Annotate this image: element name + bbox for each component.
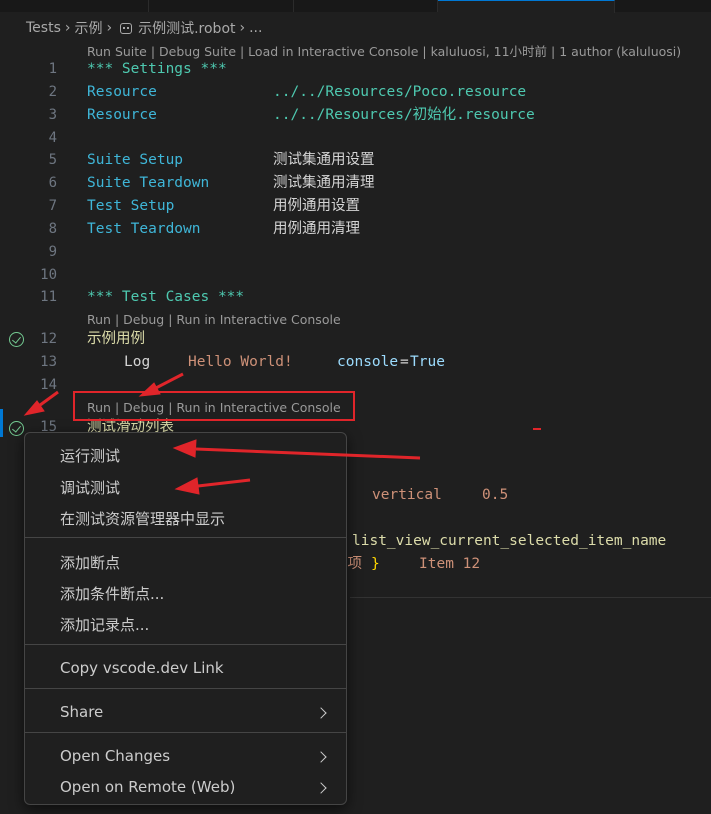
setting-value: 用例通用设置 — [273, 198, 360, 214]
breadcrumb-folder[interactable]: 示例 — [74, 18, 102, 38]
menu-separator — [25, 688, 346, 689]
setting-value: ../../Resources/初始化.resource — [273, 107, 535, 123]
test-passed-check-icon[interactable] — [9, 332, 24, 347]
code-line: 6 Suite Teardown 测试集通用清理 — [0, 172, 711, 195]
line-number: 5 — [48, 152, 57, 168]
menu-item-add-logpoint[interactable]: 添加记录点... — [60, 614, 149, 635]
line-number: 11 — [40, 289, 57, 305]
breadcrumb-symbol[interactable]: ... — [249, 20, 262, 36]
setting-value: 测试集通用设置 — [273, 152, 375, 168]
line-number: 7 — [48, 198, 57, 214]
menu-item-share[interactable]: Share — [60, 703, 103, 721]
keyword-call: Log — [124, 354, 151, 370]
section-header: *** Test Cases *** — [87, 289, 245, 305]
chevron-right-icon: › — [106, 20, 113, 36]
setting-name: Resource — [87, 84, 157, 100]
setting-value: 用例通用清理 — [273, 221, 360, 237]
code-line: 8 Test Teardown 用例通用清理 — [0, 218, 711, 241]
line-number: 3 — [48, 107, 57, 123]
line-number: 1 — [48, 61, 57, 77]
menu-item-run-test[interactable]: 运行测试 — [60, 445, 120, 466]
error-squiggle — [533, 428, 541, 430]
code-line: 1 *** Settings *** — [0, 58, 711, 81]
chevron-right-icon — [315, 707, 327, 719]
named-argument-value: True — [410, 354, 445, 370]
line-number: 14 — [40, 377, 57, 393]
editor-tab[interactable] — [294, 0, 438, 12]
setting-name: Suite Setup — [87, 152, 184, 168]
test-passed-check-icon[interactable] — [9, 421, 24, 436]
menu-item-open-changes[interactable]: Open Changes — [60, 747, 170, 765]
chevron-right-icon — [315, 782, 327, 794]
annotation-highlight-box — [73, 391, 355, 421]
code-line: 12 示例用例 — [0, 328, 711, 351]
editor-tab[interactable] — [149, 0, 294, 12]
code-line: 4 — [0, 127, 711, 150]
menu-separator — [25, 644, 346, 645]
menu-separator — [25, 537, 346, 538]
breadcrumb-file[interactable]: 示例测试.robot — [138, 18, 235, 38]
variable-brace: } — [371, 556, 380, 572]
editor-tab[interactable] — [0, 0, 149, 12]
menu-item-reveal-in-explorer[interactable]: 在测试资源管理器中显示 — [60, 508, 225, 529]
code-lens-test-1[interactable]: Run | Debug | Run in Interactive Console — [87, 312, 341, 327]
menu-separator — [25, 732, 346, 733]
menu-item-debug-test[interactable]: 调试测试 — [60, 477, 120, 498]
section-header: *** Settings *** — [87, 61, 227, 77]
code-line: 13 Log Hello World! console = True — [0, 351, 711, 374]
editor-tab-active[interactable] — [438, 0, 615, 13]
setting-name: Suite Teardown — [87, 175, 210, 191]
code-line: 11 *** Test Cases *** — [0, 286, 711, 309]
keyword-argument: Hello World! — [188, 354, 293, 370]
chevron-right-icon: › — [239, 20, 246, 36]
menu-item-add-breakpoint[interactable]: 添加断点 — [60, 552, 120, 573]
line-number: 10 — [40, 267, 57, 283]
equals-sign: = — [400, 354, 409, 370]
menu-item-copy-link[interactable]: Copy vscode.dev Link — [60, 659, 224, 677]
code-line: 10 — [0, 264, 711, 287]
menu-item-add-conditional-breakpoint[interactable]: 添加条件断点... — [60, 583, 164, 604]
gutter-active-indicator — [0, 409, 3, 437]
test-case-name: 示例用例 — [87, 331, 145, 347]
robot-file-icon — [120, 22, 133, 34]
keyword-argument: 0.5 — [482, 487, 509, 503]
line-number: 6 — [48, 175, 57, 191]
line-number: 4 — [48, 130, 57, 146]
code-line: 2 Resource ../../Resources/Poco.resource — [0, 81, 711, 104]
breadcrumb: Tests › 示例 › 示例测试.robot › ... — [26, 17, 262, 39]
setting-name: Test Teardown — [87, 221, 201, 237]
chevron-right-icon — [315, 751, 327, 763]
setting-name: Test Setup — [87, 198, 175, 214]
code-line: 5 Suite Setup 测试集通用设置 — [0, 149, 711, 172]
keyword-argument: Item 12 — [419, 556, 481, 572]
editor-tab-strip — [0, 0, 711, 13]
line-number: 9 — [48, 244, 57, 260]
code-line: 9 — [0, 241, 711, 264]
setting-name: Resource — [87, 107, 157, 123]
context-menu: 运行测试 调试测试 在测试资源管理器中显示 添加断点 添加条件断点... 添加记… — [24, 432, 347, 805]
code-line: 3 Resource ../../Resources/初始化.resource — [0, 104, 711, 127]
setting-value: 测试集通用清理 — [273, 175, 375, 191]
line-number: 2 — [48, 84, 57, 100]
keyword-argument: vertical — [372, 487, 442, 503]
code-line: 7 Test Setup 用例通用设置 — [0, 195, 711, 218]
breadcrumb-tests[interactable]: Tests — [26, 20, 61, 36]
line-number: 12 — [40, 331, 57, 347]
named-argument: console — [337, 354, 399, 370]
divider — [350, 597, 711, 598]
menu-item-open-on-remote[interactable]: Open on Remote (Web) — [60, 778, 235, 796]
line-number: 8 — [48, 221, 57, 237]
line-number: 13 — [40, 354, 57, 370]
keyword-call: list_view_current_selected_item_name — [352, 533, 667, 549]
chevron-right-icon: › — [64, 20, 71, 36]
setting-value: ../../Resources/Poco.resource — [273, 84, 527, 100]
